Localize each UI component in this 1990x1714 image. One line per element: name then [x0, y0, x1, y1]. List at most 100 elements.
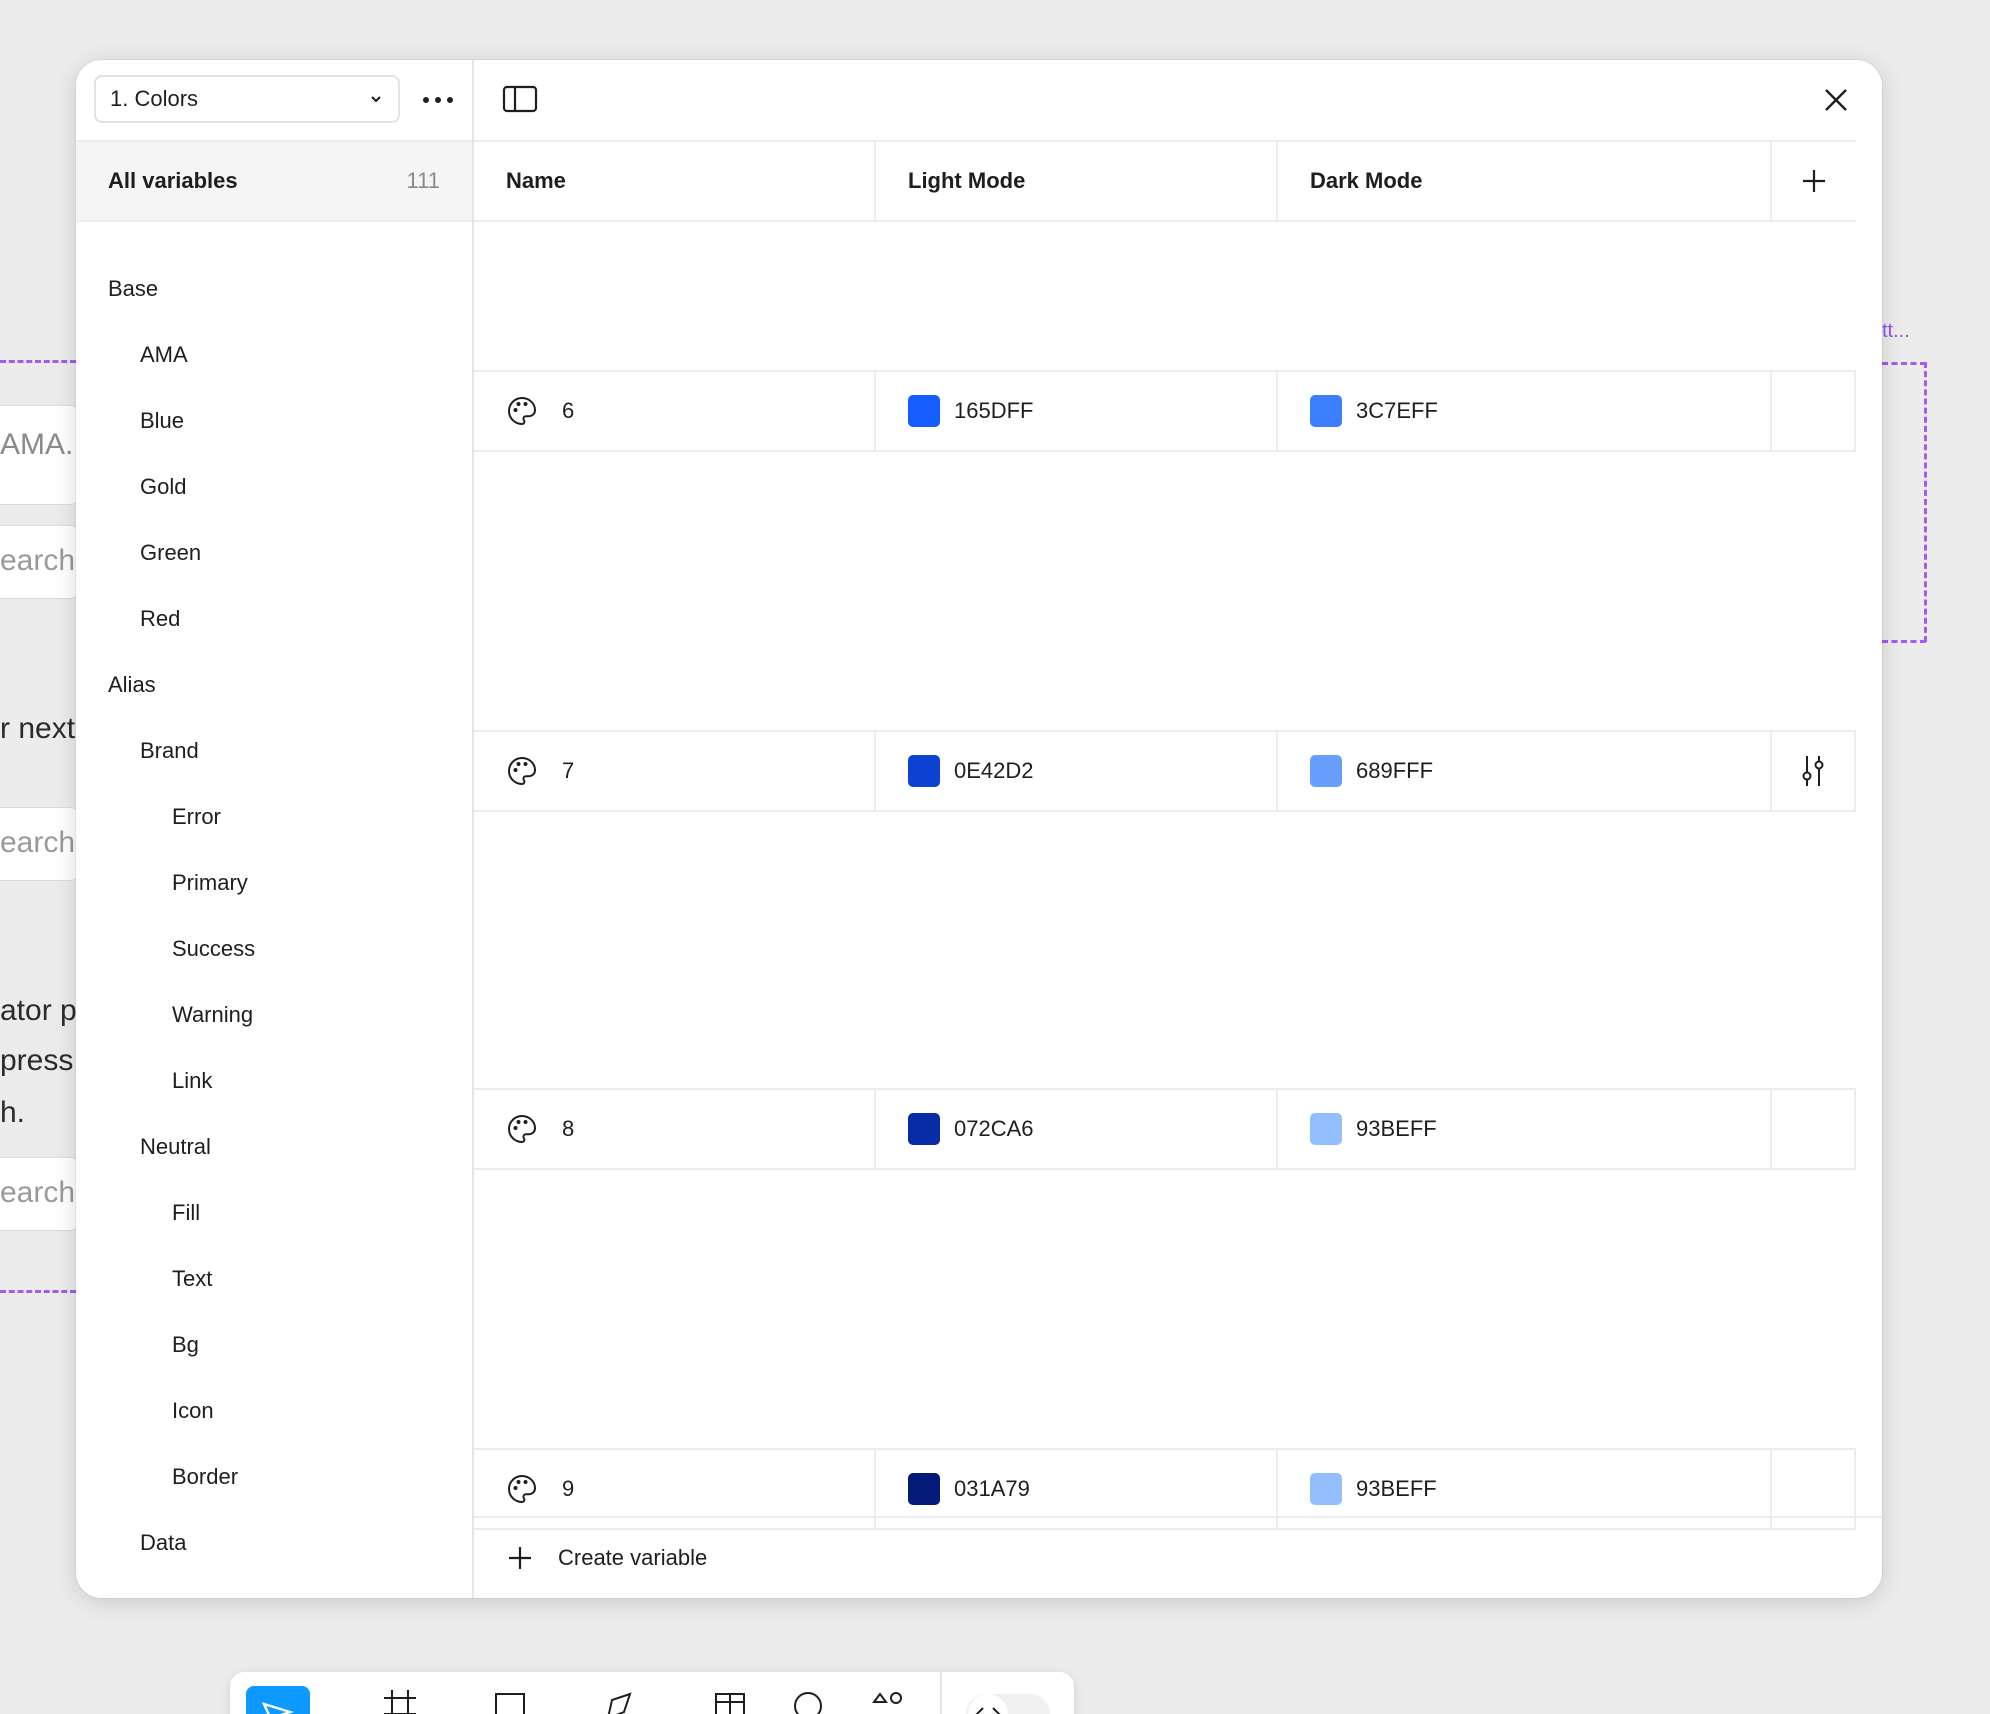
more-options-button[interactable]	[416, 78, 460, 122]
canvas-frame-border-right	[1924, 362, 1927, 642]
group-item-bg[interactable]: Bg	[76, 1312, 472, 1378]
color-swatch[interactable]	[1310, 1473, 1342, 1505]
group-label: Icon	[172, 1398, 214, 1423]
dev-mode-toggle[interactable]	[966, 1694, 1050, 1714]
move-tool-button[interactable]	[246, 1686, 310, 1714]
group-item-text[interactable]: Text	[76, 1246, 472, 1312]
palette-icon	[507, 756, 537, 786]
canvas-frame-border-bottom	[0, 1290, 76, 1293]
table-header: Name Light Mode Dark Mode	[474, 140, 1856, 222]
row-action-cell	[1772, 372, 1856, 450]
group-item-fill[interactable]: Fill	[76, 1180, 472, 1246]
palette-icon	[507, 1114, 537, 1144]
dark-mode-value-cell[interactable]: 689FFF	[1278, 732, 1772, 810]
group-label: Red	[140, 606, 181, 631]
light-mode-value-cell[interactable]: 0E42D2	[876, 732, 1278, 810]
variable-name-cell[interactable]: 6	[474, 372, 876, 450]
pen-icon[interactable]	[598, 1684, 642, 1714]
light-mode-value-cell[interactable]: 072CA6	[876, 1090, 1278, 1168]
comment-icon[interactable]	[786, 1684, 830, 1714]
variables-modal: 1. Colors All variables 111 Base AMA Blu…	[76, 60, 1882, 1598]
group-label: Link	[172, 1068, 213, 1093]
color-swatch[interactable]	[908, 395, 940, 427]
shapes-icon[interactable]	[866, 1684, 910, 1714]
canvas-frame-border-top	[0, 360, 76, 363]
close-icon[interactable]	[1818, 82, 1854, 118]
variable-name-cell[interactable]: 7	[474, 732, 876, 810]
light-mode-value-cell[interactable]: 165DFF	[876, 372, 1278, 450]
more-horizontal-icon	[423, 97, 453, 103]
canvas-search-placeholder: earch	[0, 1176, 76, 1209]
group-item-alias[interactable]: Alias	[76, 652, 472, 718]
group-item-ama[interactable]: AMA	[76, 322, 472, 388]
color-swatch[interactable]	[908, 755, 940, 787]
variable-name: 7	[562, 758, 575, 783]
group-item-gold[interactable]: Gold	[76, 454, 472, 520]
group-label: Success	[172, 936, 256, 961]
color-swatch[interactable]	[908, 1473, 940, 1505]
canvas-search-placeholder: earch	[0, 544, 76, 577]
group-item-primary[interactable]: Primary	[76, 850, 472, 916]
group-item-data[interactable]: Data	[76, 1510, 472, 1576]
light-mode-value: 031A79	[954, 1476, 1030, 1501]
table-row[interactable]: 6 165DFF 3C7EFF	[474, 370, 1856, 452]
group-label: AMA	[140, 342, 188, 367]
variable-name: 8	[562, 1116, 575, 1141]
row-action-cell	[1772, 1090, 1856, 1168]
color-swatch[interactable]	[1310, 755, 1342, 787]
group-item-icon[interactable]: Icon	[76, 1378, 472, 1444]
color-swatch[interactable]	[1310, 395, 1342, 427]
group-label: Error	[172, 804, 221, 829]
variable-name-cell[interactable]: 8	[474, 1090, 876, 1168]
variables-table-body: 6 165DFF 3C7EFF 7 0E42D2 689FFF 8 072CA6…	[474, 222, 1856, 1578]
group-item-warning[interactable]: Warning	[76, 982, 472, 1048]
group-label: Alias	[108, 672, 156, 697]
cursor-icon	[261, 1702, 294, 1714]
group-label: Primary	[172, 870, 248, 895]
group-item-brand[interactable]: Brand	[76, 718, 472, 784]
group-item-base[interactable]: Base	[76, 256, 472, 322]
group-item-red[interactable]: Red	[76, 586, 472, 652]
group-item-link[interactable]: Link	[76, 1048, 472, 1114]
dark-mode-value: 3C7EFF	[1356, 398, 1438, 423]
group-list: Base AMA Blue Gold Green Red Alias Brand…	[76, 256, 472, 1576]
group-item-green[interactable]: Green	[76, 520, 472, 586]
row-spacer	[474, 812, 1856, 1088]
column-header-name: Name	[474, 142, 876, 220]
group-label: Brand	[140, 738, 199, 763]
column-header-light-mode[interactable]: Light Mode	[876, 142, 1278, 220]
add-mode-button[interactable]	[1772, 142, 1856, 220]
dark-mode-value-cell[interactable]: 93BEFF	[1278, 1090, 1772, 1168]
table-row[interactable]: 7 0E42D2 689FFF	[474, 730, 1856, 812]
frame-icon[interactable]	[378, 1684, 422, 1714]
light-mode-value: 165DFF	[954, 398, 1034, 423]
light-mode-value: 072CA6	[954, 1116, 1034, 1141]
group-label: Bg	[172, 1332, 199, 1357]
group-item-neutral[interactable]: Neutral	[76, 1114, 472, 1180]
group-item-border[interactable]: Border	[76, 1444, 472, 1510]
column-header-dark-mode[interactable]: Dark Mode	[1278, 142, 1772, 220]
palette-icon	[507, 1474, 537, 1504]
all-variables-item[interactable]: All variables 111	[76, 140, 472, 222]
color-swatch[interactable]	[1310, 1113, 1342, 1145]
variables-main: Name Light Mode Dark Mode 6 165DFF 3C7EF…	[474, 60, 1882, 1598]
group-item-blue[interactable]: Blue	[76, 388, 472, 454]
collection-dropdown[interactable]: 1. Colors	[94, 75, 400, 123]
group-label: Fill	[172, 1200, 201, 1225]
variable-name: 6	[562, 398, 575, 423]
table-icon[interactable]	[708, 1684, 752, 1714]
edit-variable-button[interactable]	[1772, 732, 1856, 810]
group-item-error[interactable]: Error	[76, 784, 472, 850]
create-variable-button[interactable]: Create variable	[474, 1516, 1882, 1598]
group-item-success[interactable]: Success	[76, 916, 472, 982]
color-swatch[interactable]	[908, 1113, 940, 1145]
all-variables-label: All variables	[108, 168, 238, 193]
group-label: Base	[108, 276, 159, 301]
rectangle-icon[interactable]	[488, 1684, 532, 1714]
canvas-search-placeholder: earch	[0, 826, 76, 859]
group-label: Data	[140, 1530, 187, 1555]
table-row[interactable]: 8 072CA6 93BEFF	[474, 1088, 1856, 1170]
sidebar-toggle-icon[interactable]	[502, 84, 538, 114]
dark-mode-value-cell[interactable]: 3C7EFF	[1278, 372, 1772, 450]
row-spacer	[474, 222, 1856, 370]
